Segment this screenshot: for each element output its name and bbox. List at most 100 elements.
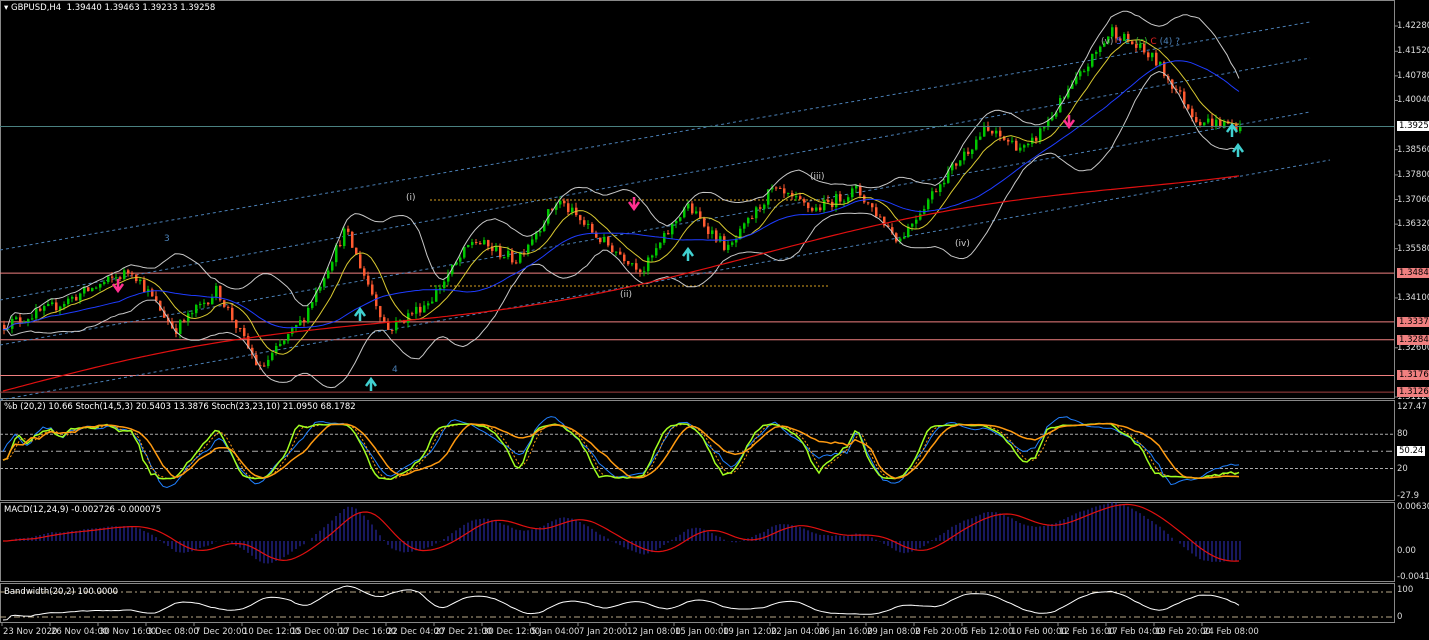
candle-body <box>871 203 874 208</box>
candle-body <box>1023 145 1026 148</box>
candle-body <box>1039 128 1042 141</box>
candle-body <box>467 245 470 247</box>
candle-body <box>503 257 506 259</box>
candle-body <box>979 136 982 140</box>
candle-body <box>779 187 782 189</box>
candle-body <box>31 318 34 320</box>
candle-body <box>903 236 906 239</box>
time-axis-label: 19 Jan 12:00 <box>723 627 777 637</box>
candle-body <box>139 279 142 282</box>
arrow-down-icon <box>111 279 125 294</box>
candle-body <box>371 284 374 295</box>
candle-body <box>723 236 726 250</box>
candle-body <box>79 293 82 301</box>
bandwidth-axis-label: 100 <box>1397 585 1414 595</box>
candle-body <box>83 287 86 294</box>
candle-body <box>875 207 878 217</box>
candle-body <box>819 207 822 211</box>
candle-body <box>95 287 98 289</box>
candle-body <box>287 334 290 341</box>
price-axis-label: 1.40040 <box>1397 95 1429 106</box>
candle-body <box>615 251 618 253</box>
panel-frame-0 <box>0 0 1395 399</box>
candle-body <box>71 296 74 299</box>
candle-body <box>347 228 350 232</box>
candle-body <box>711 230 714 235</box>
candle-body <box>755 207 758 219</box>
candle-body <box>843 201 846 203</box>
ma-fast <box>2 39 1240 355</box>
candle-body <box>1079 71 1082 77</box>
arrow-down-icon <box>1062 115 1076 130</box>
time-axis-label: 24 Feb 08:00 <box>1203 627 1259 637</box>
candle-body <box>379 306 382 318</box>
dropdown-triangle-icon[interactable]: ▾ <box>4 3 8 13</box>
price-axis-label: 1.38560 <box>1397 144 1429 155</box>
level-price-label: 1.33379 <box>1397 316 1429 327</box>
candle-body <box>131 273 134 275</box>
candle-body <box>195 305 198 314</box>
candle-body <box>179 320 182 334</box>
candle-body <box>363 268 366 276</box>
candle-body <box>351 231 354 248</box>
candle-body <box>367 275 370 285</box>
candle-body <box>235 319 238 329</box>
candle-body <box>331 262 334 271</box>
candle-body <box>639 269 642 272</box>
candle-body <box>1211 118 1214 127</box>
candle-body <box>691 203 694 214</box>
wave-C: C <box>1150 37 1157 47</box>
candle-body <box>471 242 474 246</box>
candle-body <box>859 185 862 196</box>
arrow-down-icon <box>627 197 641 212</box>
candle-body <box>727 244 730 250</box>
candle-body <box>35 308 38 319</box>
candle-body <box>667 233 670 235</box>
candle-body <box>703 218 706 227</box>
time-axis-label: 5 Jan 04:00 <box>531 627 580 637</box>
close-value: 1.39258 <box>180 3 216 13</box>
ma-long <box>2 175 1240 392</box>
candle-body <box>327 270 330 279</box>
candle-body <box>483 240 486 245</box>
candle-body <box>867 202 870 204</box>
candle-body <box>323 278 326 287</box>
candle-body <box>943 182 946 185</box>
candle-body <box>55 302 58 311</box>
candle-body <box>679 217 682 221</box>
candle-body <box>695 211 698 214</box>
candle-body <box>443 281 446 289</box>
stoch-panel-label: %b (20,2) 10.66 Stoch(14,5,3) 20.5403 13… <box>4 402 356 412</box>
candle-body <box>499 246 502 258</box>
chart-canvas[interactable] <box>0 0 1429 640</box>
candle-body <box>271 352 274 360</box>
candle-body <box>199 303 202 306</box>
candle-body <box>87 287 90 291</box>
candle-body <box>1147 52 1150 58</box>
candle-body <box>911 223 914 227</box>
candle-body <box>459 257 462 262</box>
candle-body <box>955 163 958 166</box>
candle-body <box>355 247 358 255</box>
candle-body <box>383 317 386 322</box>
price-axis-label: 1.35580 <box>1397 243 1429 254</box>
candle-body <box>1087 66 1090 72</box>
candle-body <box>1043 127 1046 129</box>
candle-body <box>591 223 594 233</box>
candle-body <box>1019 147 1022 151</box>
candle-body <box>607 237 610 246</box>
candle-body <box>787 192 790 194</box>
candle-body <box>655 248 658 256</box>
candle-body <box>1083 71 1086 73</box>
channel-line <box>0 21 1311 251</box>
low-value: 1.39233 <box>142 3 178 13</box>
arrow-up-icon <box>1231 142 1245 157</box>
time-axis-label: 7 Jan 20:00 <box>579 627 628 637</box>
channel-line <box>0 159 1331 401</box>
candle-body <box>611 245 614 253</box>
bandwidth-axis-label: 0 <box>1397 612 1403 622</box>
price-axis-label: 1.41520 <box>1397 46 1429 57</box>
candle-body <box>619 251 622 255</box>
candle-body <box>731 242 734 245</box>
candle-body <box>1027 143 1030 146</box>
